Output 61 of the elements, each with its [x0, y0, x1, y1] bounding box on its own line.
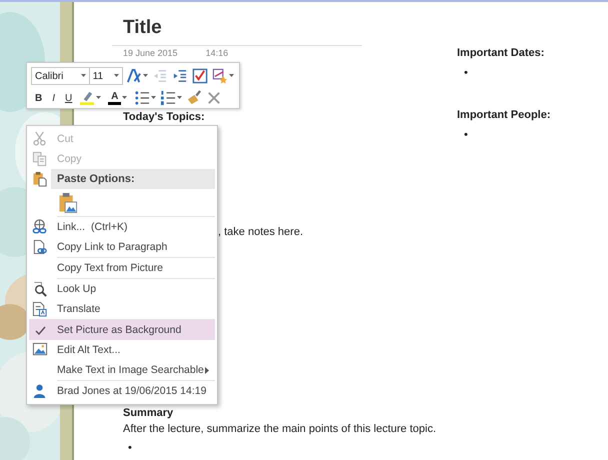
translate-icon: [32, 301, 48, 317]
dropdown-caret-icon: [122, 96, 128, 100]
font-size-field[interactable]: 11: [88, 67, 123, 85]
bullet-list-icon: [134, 90, 150, 106]
font-name-field[interactable]: Calibri: [31, 67, 90, 85]
indent-icon: [172, 68, 188, 84]
dropdown-caret-icon: [114, 74, 119, 78]
dropdown-caret-icon: [151, 96, 156, 100]
globe-link-icon: [32, 219, 48, 235]
star-tag-icon: [212, 68, 228, 84]
dropdown-caret-icon: [143, 74, 148, 78]
toolbar-button[interactable]: [185, 89, 204, 107]
clear-formatting-icon: [206, 90, 222, 106]
paste-picture-button[interactable]: [57, 190, 79, 214]
clipboard-icon: [32, 171, 48, 187]
dropdown-caret-icon: [96, 96, 102, 100]
font-brush-icon: [126, 68, 142, 84]
toolbar-button[interactable]: U: [61, 89, 76, 107]
section-heading: Important Dates:: [457, 46, 544, 60]
toolbar-button[interactable]: B: [31, 89, 46, 107]
toolbar-button[interactable]: [133, 89, 158, 107]
toolbar-button[interactable]: [125, 67, 149, 85]
page-title[interactable]: Title: [123, 16, 162, 40]
menu-item[interactable]: Make Text in Image Searchable: [29, 360, 215, 380]
page-link-icon: [32, 239, 48, 255]
toolbar-button[interactable]: [171, 67, 189, 85]
section-heading: Today's Topics:: [123, 110, 205, 124]
submenu-arrow-icon: [205, 366, 209, 374]
person-icon: [32, 383, 48, 399]
checkbox-tag-icon: [192, 68, 208, 84]
page-date: 19 June 2015: [123, 48, 178, 59]
menu-item[interactable]: Edit Alt Text...: [29, 340, 215, 360]
page-time: 14:16: [206, 48, 228, 59]
body-text: , take notes here.: [218, 225, 303, 239]
copy-icon: [32, 151, 48, 167]
format-brush-icon: [186, 90, 202, 106]
menu-item[interactable]: Translate: [29, 299, 215, 319]
dropdown-caret-icon: [177, 96, 182, 100]
bullet-point: •: [464, 128, 468, 142]
toolbar-button[interactable]: A: [104, 89, 132, 107]
menu-item[interactable]: Copy Link to Paragraph: [29, 237, 215, 257]
highlighter-icon: [79, 90, 96, 106]
bullet-point: •: [128, 441, 132, 455]
dropdown-caret-icon: [229, 74, 234, 78]
toolbar-button[interactable]: I: [48, 89, 60, 107]
outdent-icon: [152, 68, 168, 84]
picture-icon: [32, 342, 48, 358]
section-heading: Summary: [123, 406, 174, 420]
body-text: After the lecture, summarize the main points of this lecture topic.: [123, 422, 436, 437]
section-heading: Important People:: [457, 108, 551, 122]
scissors-icon: [32, 131, 48, 147]
bullet-point: •: [464, 66, 468, 80]
numbered-list-icon: [160, 90, 176, 106]
toolbar-button[interactable]: [191, 67, 209, 85]
toolbar-button[interactable]: [211, 67, 235, 85]
menu-item[interactable]: Set Picture as Background: [29, 319, 215, 340]
dropdown-caret-icon: [80, 74, 86, 78]
toolbar-button[interactable]: [159, 89, 184, 107]
magnifier-icon: [32, 281, 48, 297]
menu-section-header: Paste Options:: [51, 169, 215, 189]
toolbar-button[interactable]: [78, 89, 102, 107]
